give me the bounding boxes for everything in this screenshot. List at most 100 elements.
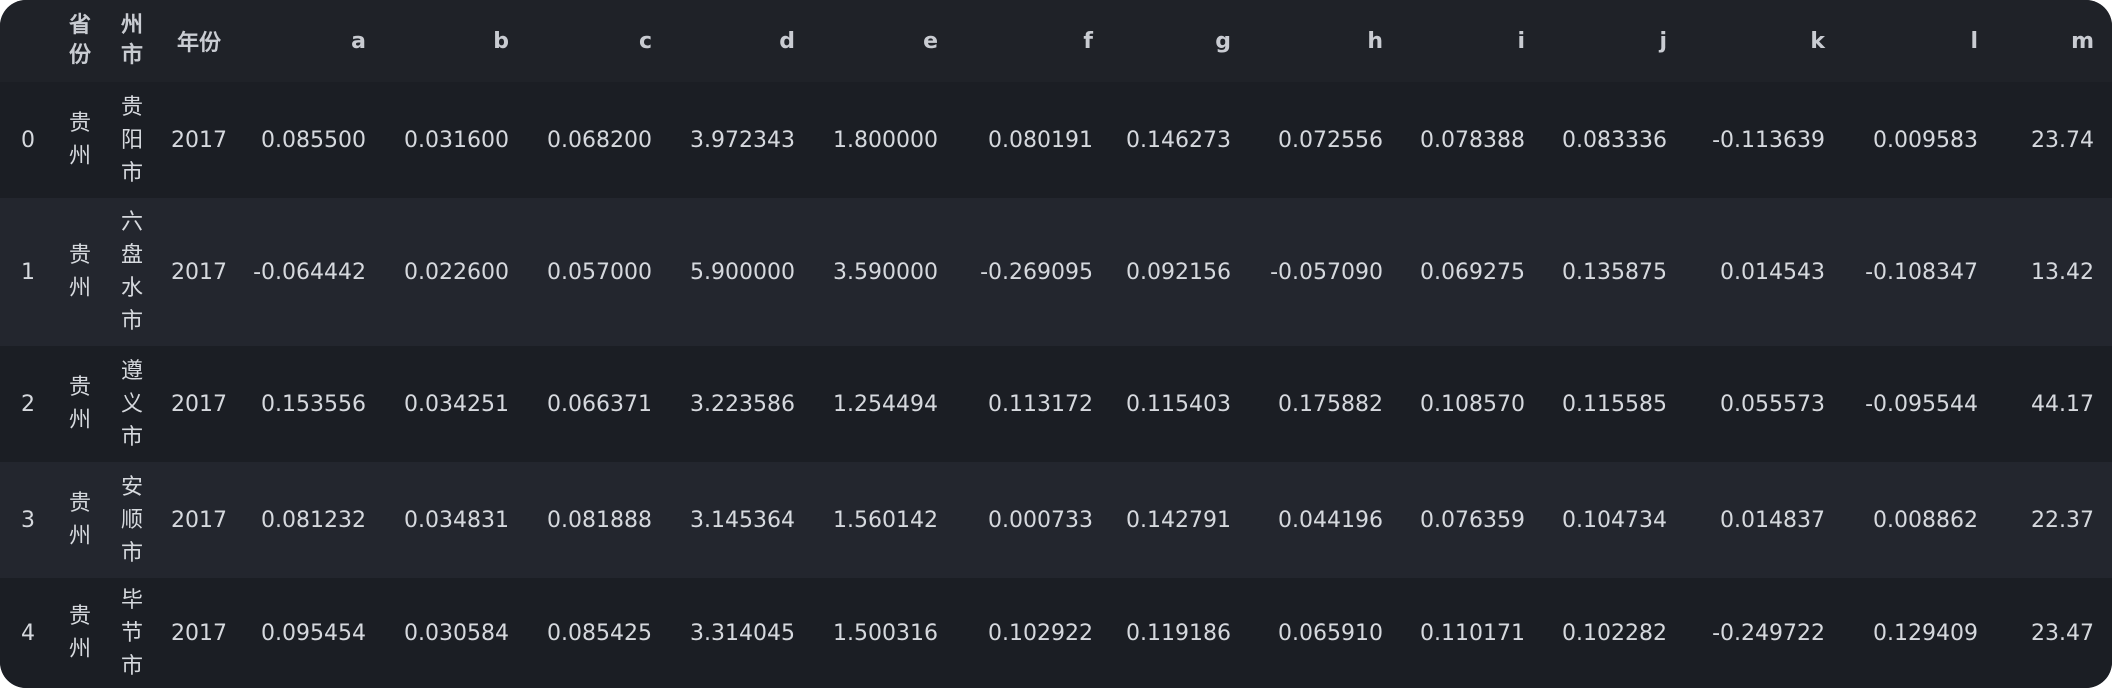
cell-j: 0.102282 <box>1545 578 1687 688</box>
cell-province: 贵州 <box>56 82 104 198</box>
cell-j: 0.083336 <box>1545 82 1687 198</box>
cell-b: 0.031600 <box>386 82 529 198</box>
header-i[interactable]: i <box>1403 0 1545 82</box>
cell-j: 0.115585 <box>1545 346 1687 462</box>
cell-f: 0.080191 <box>958 82 1113 198</box>
cell-l: -0.095544 <box>1845 346 1998 462</box>
cell-d: 5.900000 <box>672 198 815 346</box>
cell-j: 0.104734 <box>1545 462 1687 578</box>
cell-i: 0.110171 <box>1403 578 1545 688</box>
cell-year: 2017 <box>160 346 238 462</box>
cell-province: 贵州 <box>56 198 104 346</box>
cell-k: 0.014543 <box>1687 198 1845 346</box>
cell-e: 1.254494 <box>815 346 958 462</box>
cell-m: 23.47 <box>1998 578 2112 688</box>
header-b[interactable]: b <box>386 0 529 82</box>
header-f[interactable]: f <box>958 0 1113 82</box>
header-e[interactable]: e <box>815 0 958 82</box>
cell-c: 0.066371 <box>529 346 672 462</box>
cell-c: 0.085425 <box>529 578 672 688</box>
cell-year: 2017 <box>160 198 238 346</box>
cell-d: 3.314045 <box>672 578 815 688</box>
row-index: 3 <box>0 462 56 578</box>
table-row: 0 贵州 贵阳市 2017 0.085500 0.031600 0.068200… <box>0 82 2112 198</box>
cell-h: 0.175882 <box>1251 346 1403 462</box>
row-index: 2 <box>0 346 56 462</box>
cell-g: 0.115403 <box>1113 346 1251 462</box>
cell-f: 0.000733 <box>958 462 1113 578</box>
cell-b: 0.030584 <box>386 578 529 688</box>
cell-e: 1.800000 <box>815 82 958 198</box>
cell-e: 1.500316 <box>815 578 958 688</box>
header-city[interactable]: 州市 <box>104 0 160 82</box>
cell-city: 六盘水市 <box>104 198 160 346</box>
cell-a: -0.064442 <box>238 198 386 346</box>
header-k[interactable]: k <box>1687 0 1845 82</box>
cell-province: 贵州 <box>56 346 104 462</box>
cell-province: 贵州 <box>56 462 104 578</box>
cell-i: 0.108570 <box>1403 346 1545 462</box>
cell-a: 0.085500 <box>238 82 386 198</box>
cell-i: 0.069275 <box>1403 198 1545 346</box>
cell-year: 2017 <box>160 82 238 198</box>
cell-i: 0.078388 <box>1403 82 1545 198</box>
cell-a: 0.081232 <box>238 462 386 578</box>
cell-l: 0.009583 <box>1845 82 1998 198</box>
cell-g: 0.146273 <box>1113 82 1251 198</box>
cell-h: 0.044196 <box>1251 462 1403 578</box>
cell-m: 44.17 <box>1998 346 2112 462</box>
header-year[interactable]: 年份 <box>160 0 238 82</box>
cell-city: 安顺市 <box>104 462 160 578</box>
cell-c: 0.081888 <box>529 462 672 578</box>
cell-year: 2017 <box>160 578 238 688</box>
data-table: 省份 州市 年份 a b c d e f g h i j k l m 0 贵州 <box>0 0 2112 688</box>
header-h[interactable]: h <box>1251 0 1403 82</box>
cell-h: 0.065910 <box>1251 578 1403 688</box>
cell-k: -0.249722 <box>1687 578 1845 688</box>
row-index: 4 <box>0 578 56 688</box>
cell-l: 0.129409 <box>1845 578 1998 688</box>
header-province[interactable]: 省份 <box>56 0 104 82</box>
cell-g: 0.092156 <box>1113 198 1251 346</box>
header-j[interactable]: j <box>1545 0 1687 82</box>
header-index <box>0 0 56 82</box>
cell-a: 0.095454 <box>238 578 386 688</box>
cell-c: 0.057000 <box>529 198 672 346</box>
header-l[interactable]: l <box>1845 0 1998 82</box>
cell-h: -0.057090 <box>1251 198 1403 346</box>
cell-f: -0.269095 <box>958 198 1113 346</box>
cell-m: 22.37 <box>1998 462 2112 578</box>
table-row: 1 贵州 六盘水市 2017 -0.064442 0.022600 0.0570… <box>0 198 2112 346</box>
cell-k: 0.055573 <box>1687 346 1845 462</box>
cell-l: -0.108347 <box>1845 198 1998 346</box>
header-m[interactable]: m <box>1998 0 2112 82</box>
header-a[interactable]: a <box>238 0 386 82</box>
header-d[interactable]: d <box>672 0 815 82</box>
cell-d: 3.972343 <box>672 82 815 198</box>
cell-city: 毕节市 <box>104 578 160 688</box>
table-row: 3 贵州 安顺市 2017 0.081232 0.034831 0.081888… <box>0 462 2112 578</box>
row-index: 0 <box>0 82 56 198</box>
cell-city: 贵阳市 <box>104 82 160 198</box>
cell-b: 0.034831 <box>386 462 529 578</box>
cell-city: 遵义市 <box>104 346 160 462</box>
cell-b: 0.034251 <box>386 346 529 462</box>
cell-province: 贵州 <box>56 578 104 688</box>
cell-e: 3.590000 <box>815 198 958 346</box>
cell-m: 23.74 <box>1998 82 2112 198</box>
header-row: 省份 州市 年份 a b c d e f g h i j k l m <box>0 0 2112 82</box>
cell-g: 0.119186 <box>1113 578 1251 688</box>
cell-e: 1.560142 <box>815 462 958 578</box>
cell-f: 0.102922 <box>958 578 1113 688</box>
cell-c: 0.068200 <box>529 82 672 198</box>
header-c[interactable]: c <box>529 0 672 82</box>
header-g[interactable]: g <box>1113 0 1251 82</box>
cell-h: 0.072556 <box>1251 82 1403 198</box>
cell-d: 3.223586 <box>672 346 815 462</box>
cell-k: -0.113639 <box>1687 82 1845 198</box>
table-row: 2 贵州 遵义市 2017 0.153556 0.034251 0.066371… <box>0 346 2112 462</box>
cell-a: 0.153556 <box>238 346 386 462</box>
cell-m: 13.42 <box>1998 198 2112 346</box>
cell-year: 2017 <box>160 462 238 578</box>
cell-l: 0.008862 <box>1845 462 1998 578</box>
